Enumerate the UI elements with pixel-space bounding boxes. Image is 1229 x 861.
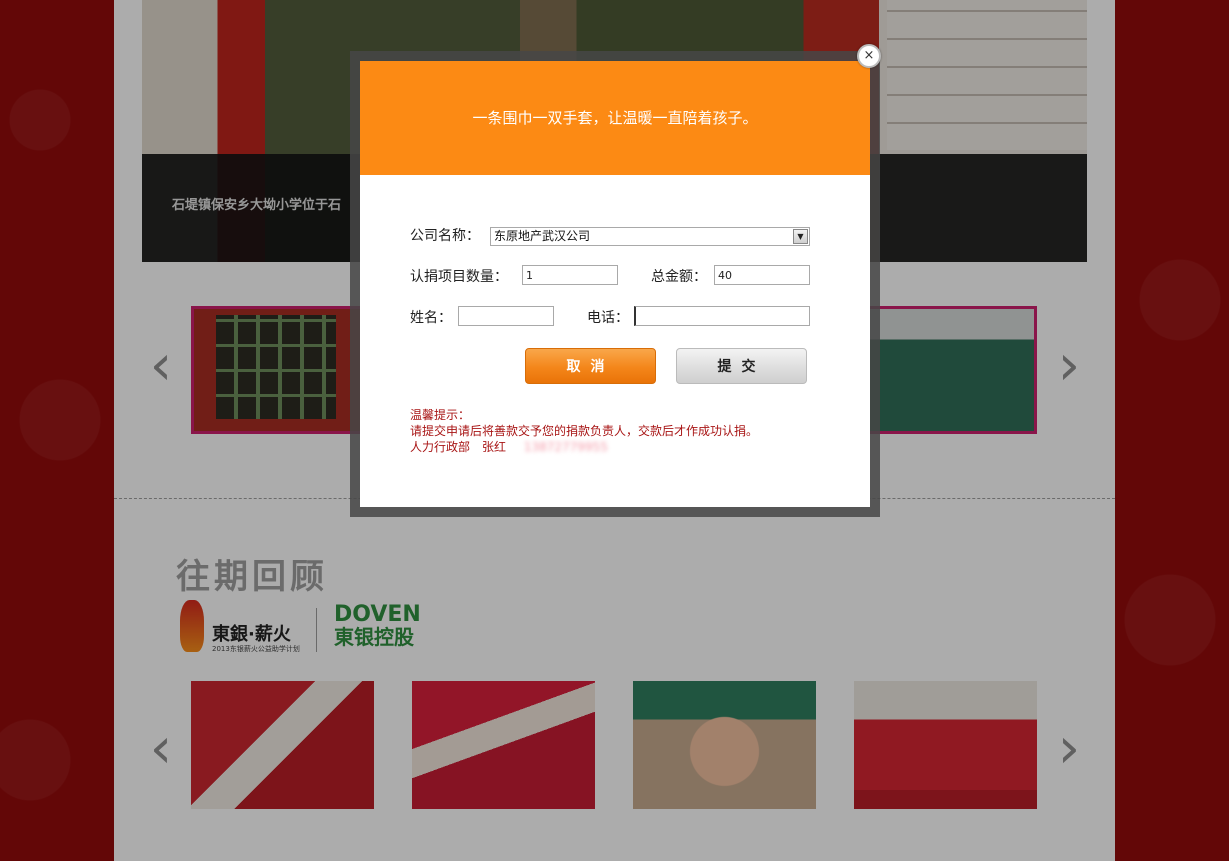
tip-contact-row: 人力行政部 张红 13872779955: [410, 439, 758, 455]
total-amount-label: 总金额：: [651, 269, 707, 285]
tip-body: 请提交申请后将善款交予您的捐款负责人，交款后才作成功认捐。: [410, 424, 759, 438]
tip-block: 温馨提示： 请提交申请后将善款交予您的捐款负责人，交款后才作成功认捐。 人力行政…: [410, 407, 758, 455]
tip-title: 温馨提示：: [410, 408, 471, 422]
quantity-label: 认捐项目数量：: [410, 269, 508, 285]
phone-label: 电话：: [587, 310, 629, 326]
close-icon[interactable]: ×: [857, 44, 881, 68]
tip-phone: 13872779955: [523, 440, 608, 454]
modal-header: 一条围巾一双手套，让温暖一直陪着孩子。: [360, 61, 870, 175]
name-input[interactable]: [458, 306, 554, 326]
tip-contact: 人力行政部 张红: [410, 440, 507, 454]
submit-button[interactable]: 提交: [676, 348, 807, 384]
chevron-down-icon[interactable]: ▼: [793, 229, 808, 244]
company-select[interactable]: 东原地产武汉公司 ▼: [490, 227, 810, 246]
cancel-button[interactable]: 取消: [525, 348, 656, 384]
phone-input[interactable]: [634, 306, 810, 326]
quantity-input[interactable]: [522, 265, 618, 285]
total-amount-input[interactable]: [714, 265, 810, 285]
donation-modal: 一条围巾一双手套，让温暖一直陪着孩子。 公司名称： 东原地产武汉公司 ▼ 认捐项…: [360, 61, 870, 507]
company-select-value: 东原地产武汉公司: [494, 229, 591, 243]
name-label: 姓名：: [410, 310, 452, 326]
company-label: 公司名称：: [410, 228, 480, 244]
